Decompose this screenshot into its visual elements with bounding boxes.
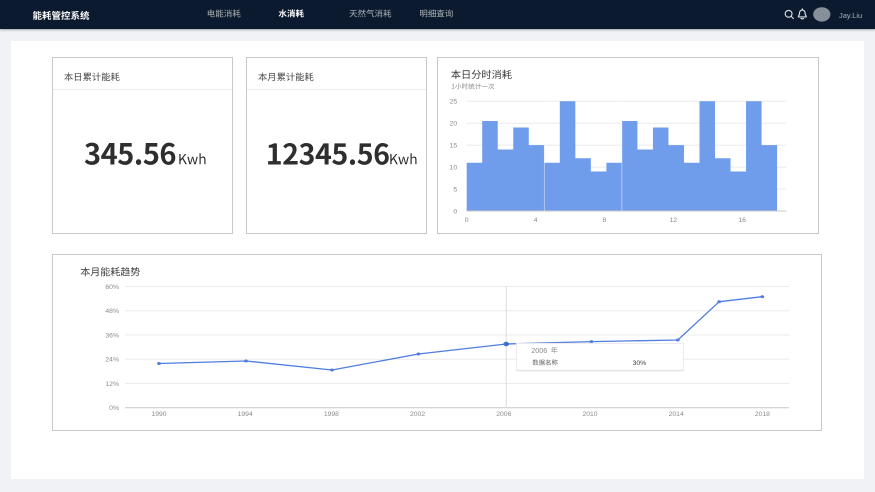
svg-text:15: 15 — [449, 142, 457, 149]
svg-text:2006: 2006 — [496, 411, 511, 418]
svg-text:1998: 1998 — [324, 411, 339, 418]
svg-text:12: 12 — [669, 217, 677, 224]
svg-text:2010: 2010 — [582, 411, 597, 418]
svg-text:1990: 1990 — [151, 411, 166, 418]
svg-text:2002: 2002 — [410, 411, 425, 418]
svg-text:2006: 2006 — [531, 346, 547, 355]
svg-text:4: 4 — [534, 217, 538, 224]
svg-text:24%: 24% — [105, 357, 119, 364]
svg-text:16: 16 — [738, 217, 746, 224]
svg-text:8: 8 — [602, 217, 606, 224]
svg-text:36%: 36% — [105, 332, 119, 339]
svg-text:2018: 2018 — [755, 411, 770, 418]
svg-text:1994: 1994 — [238, 411, 253, 418]
svg-text:48%: 48% — [105, 308, 119, 315]
svg-text:0: 0 — [453, 208, 457, 215]
svg-text:10: 10 — [449, 164, 457, 171]
svg-text:2014: 2014 — [669, 411, 684, 418]
svg-text:0%: 0% — [109, 405, 119, 412]
svg-text:0: 0 — [465, 217, 469, 224]
svg-text:5: 5 — [453, 186, 457, 193]
svg-text:60%: 60% — [105, 284, 119, 291]
svg-text:25: 25 — [449, 98, 457, 105]
svg-text:30%: 30% — [633, 360, 647, 367]
svg-text:12%: 12% — [105, 381, 119, 388]
svg-text:20: 20 — [449, 120, 457, 127]
